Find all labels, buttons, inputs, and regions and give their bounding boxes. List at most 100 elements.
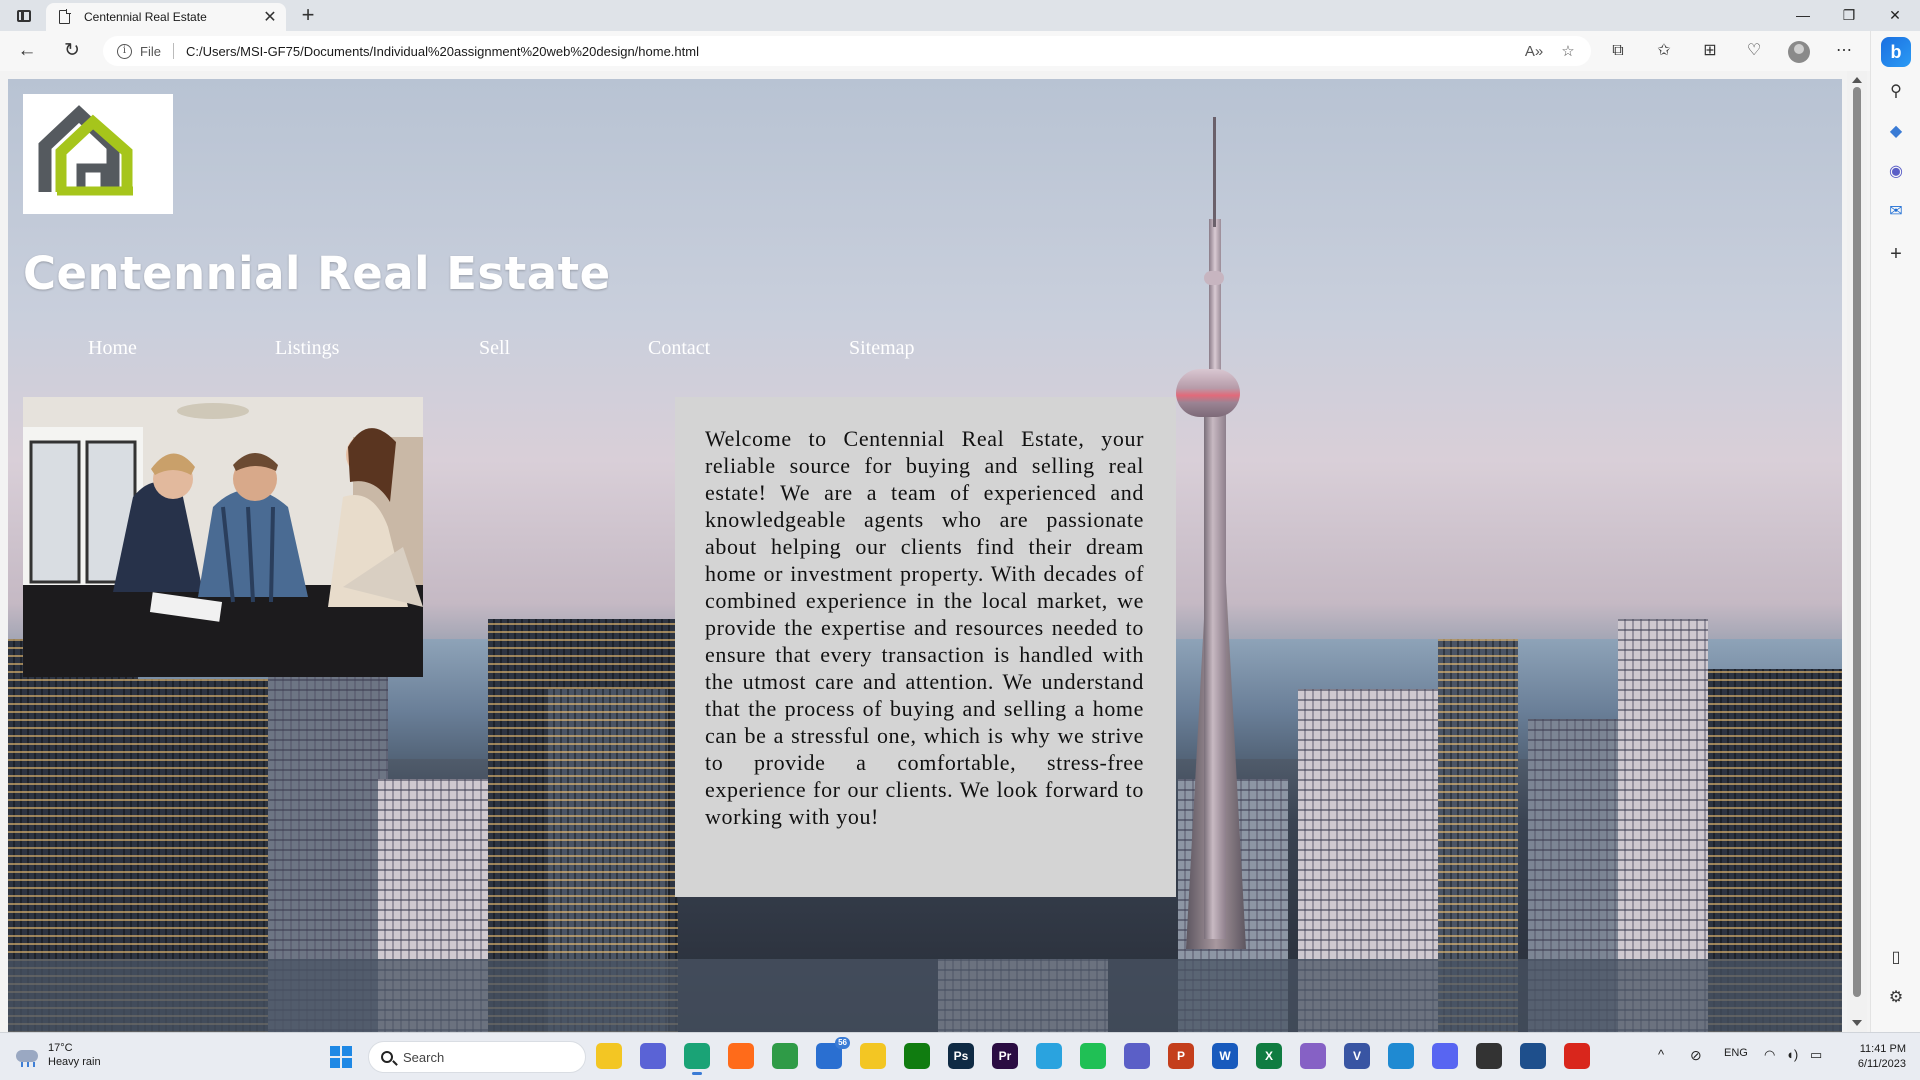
excel-icon[interactable]: X — [1256, 1043, 1282, 1069]
unity-icon[interactable] — [1476, 1043, 1502, 1069]
add-sidebar-app-icon[interactable]: + — [1883, 241, 1909, 267]
page-scrollbar[interactable] — [1847, 71, 1867, 1032]
favorites-icon[interactable]: ✩ — [1650, 37, 1678, 65]
chrome-icon[interactable] — [772, 1043, 798, 1069]
nav-contact[interactable]: Contact — [648, 337, 710, 360]
cn-tower-skypod — [1204, 271, 1224, 285]
office-icon[interactable]: ◉ — [1883, 159, 1909, 185]
virtualbox-icon[interactable] — [1520, 1043, 1546, 1069]
nav-sell[interactable]: Sell — [479, 337, 510, 360]
vscode-icon[interactable] — [1388, 1043, 1414, 1069]
weather-widget[interactable]: 17°C Heavy rain — [14, 1041, 101, 1069]
clock-date: 6/11/2023 — [1857, 1058, 1906, 1070]
sidebar-settings-icon[interactable]: ⚙ — [1883, 985, 1909, 1011]
firefox-icon[interactable] — [728, 1043, 754, 1069]
meet-icon[interactable] — [640, 1043, 666, 1069]
mail-badge: 56 — [835, 1037, 850, 1049]
scrollbar-thumb[interactable] — [1853, 87, 1861, 997]
tab-strip: Centennial Real Estate ✕ + — ❐ ✕ — [0, 0, 1920, 31]
tray-chevron-icon[interactable]: ^ — [1658, 1047, 1664, 1062]
teams-icon[interactable] — [1124, 1043, 1150, 1069]
back-button[interactable]: ← — [13, 37, 41, 65]
battery-icon[interactable]: ▭ — [1810, 1047, 1822, 1063]
site-info-icon[interactable]: i — [117, 43, 132, 59]
new-tab-button[interactable]: + — [296, 4, 320, 28]
address-separator — [172, 43, 174, 59]
bing-chat-icon[interactable]: b — [1881, 37, 1911, 67]
premiere-icon[interactable]: Pr — [992, 1043, 1018, 1069]
edge-sidebar: b ⚲ ◆ ◉ ✉ + ▯ ⚙ — [1870, 31, 1920, 1032]
house-logo-icon — [38, 105, 133, 196]
outlook-icon[interactable]: ✉ — [1883, 199, 1909, 225]
agents-photo-illustration — [23, 397, 423, 677]
browser-toolbar: ← ↻ i File C:/Users/MSI-GF75/Documents/I… — [0, 31, 1870, 71]
visio-icon[interactable]: V — [1344, 1043, 1370, 1069]
welcome-panel: Welcome to Centennial Real Estate, your … — [675, 397, 1176, 897]
start-button[interactable] — [330, 1046, 352, 1068]
cn-tower-antenna — [1213, 117, 1216, 227]
collections-icon[interactable]: ⊞ — [1696, 37, 1724, 65]
nav-sitemap[interactable]: Sitemap — [849, 337, 915, 360]
tab-close-button[interactable]: ✕ — [260, 7, 280, 27]
browser-essentials-icon[interactable]: ♡ — [1740, 37, 1768, 65]
more-menu-icon[interactable]: ⋯ — [1830, 37, 1858, 65]
site-title: Centennial Real Estate — [23, 247, 611, 300]
volume-icon[interactable]: ◖) — [1786, 1047, 1798, 1062]
address-scheme: File — [140, 43, 161, 59]
browser-tab[interactable]: Centennial Real Estate ✕ — [46, 3, 286, 31]
network-off-icon[interactable]: ⊘ — [1690, 1047, 1702, 1064]
xbox-icon[interactable] — [904, 1043, 930, 1069]
shopping-icon[interactable]: ◆ — [1883, 119, 1909, 145]
address-url[interactable]: C:/Users/MSI-GF75/Documents/Individual%2… — [186, 44, 1523, 59]
sidebar-search-icon[interactable]: ⚲ — [1883, 79, 1909, 105]
weather-temperature: 17°C — [48, 1042, 73, 1054]
language-indicator[interactable]: ENG — [1724, 1047, 1748, 1059]
tab-actions-menu[interactable] — [10, 6, 38, 26]
rain-cloud-icon — [14, 1044, 40, 1067]
address-bar[interactable]: i File C:/Users/MSI-GF75/Documents/Indiv… — [103, 36, 1591, 66]
cn-tower-shaft — [1204, 379, 1226, 939]
web-page: Centennial Real Estate Home Listings Sel… — [8, 79, 1842, 1032]
weather-description: Heavy rain — [48, 1056, 101, 1068]
nav-listings[interactable]: Listings — [275, 337, 339, 360]
photoshop-icon[interactable]: Ps — [948, 1043, 974, 1069]
search-placeholder: Search — [403, 1049, 445, 1065]
favorite-star-icon[interactable]: ☆ — [1557, 42, 1579, 60]
powerpoint-icon[interactable]: P — [1168, 1043, 1194, 1069]
scroll-up-icon[interactable] — [1852, 77, 1862, 83]
profile-avatar-icon[interactable] — [1788, 41, 1810, 63]
clock-time: 11:41 PM — [1859, 1043, 1906, 1055]
taskbar-search[interactable]: Search — [368, 1041, 586, 1073]
acrobat-icon[interactable] — [1564, 1043, 1590, 1069]
minimize-button[interactable]: — — [1780, 0, 1826, 31]
agents-photo — [23, 397, 423, 677]
hide-sidebar-icon[interactable]: ▯ — [1883, 945, 1909, 971]
wifi-icon[interactable]: ◠ — [1764, 1047, 1775, 1063]
visual-studio-icon[interactable] — [1300, 1043, 1326, 1069]
site-logo[interactable] — [23, 94, 173, 214]
edge-icon[interactable] — [684, 1043, 710, 1075]
line-icon[interactable] — [1080, 1043, 1106, 1069]
clock[interactable]: 11:41 PM 6/11/2023 — [1832, 1042, 1906, 1072]
cn-tower-upper — [1209, 219, 1221, 389]
telegram-icon[interactable] — [1036, 1043, 1062, 1069]
reload-button[interactable]: ↻ — [58, 37, 86, 65]
extensions-icon[interactable]: ⧉ — [1604, 37, 1632, 65]
word-icon[interactable]: W — [1212, 1043, 1238, 1069]
read-aloud-icon[interactable]: A» — [1523, 43, 1545, 60]
document-icon — [59, 9, 71, 24]
cn-tower-pod — [1176, 369, 1240, 417]
folder-icon[interactable] — [860, 1043, 886, 1069]
nav-home[interactable]: Home — [88, 337, 137, 360]
scroll-down-icon[interactable] — [1852, 1020, 1862, 1026]
tab-actions-icon — [17, 10, 31, 22]
windows-taskbar: 17°C Heavy rain Search 56 Ps Pr P W X V ^ ⊘ EN… — [0, 1032, 1920, 1080]
file-explorer-icon[interactable] — [596, 1043, 622, 1069]
tab-title: Centennial Real Estate — [84, 10, 207, 24]
close-window-button[interactable]: ✕ — [1872, 0, 1918, 31]
discord-icon[interactable] — [1432, 1043, 1458, 1069]
mail-icon[interactable]: 56 — [816, 1037, 850, 1069]
skyline-foreground — [8, 959, 1842, 1032]
search-icon — [381, 1051, 393, 1063]
restore-button[interactable]: ❐ — [1826, 0, 1872, 31]
